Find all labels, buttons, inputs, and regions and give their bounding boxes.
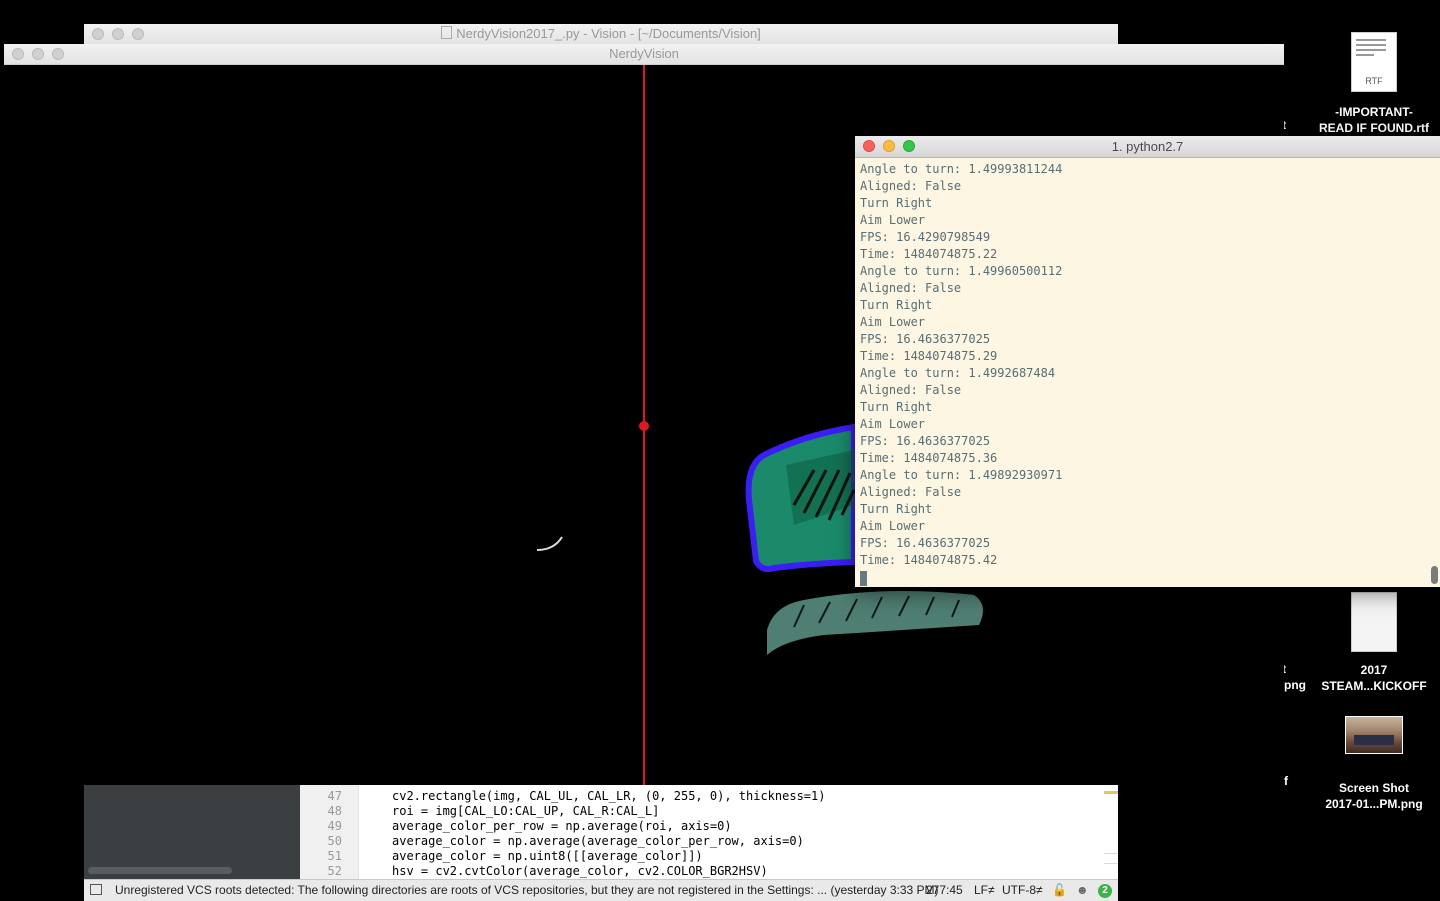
terminal-line: Angle to turn: 1.4992687484 [860, 366, 1056, 380]
warning-marker[interactable] [1104, 863, 1118, 864]
line-number: 49 [327, 819, 342, 833]
code-text: average_color = np.uint8([[average_color… [392, 849, 703, 863]
desktop-icon-screenshot[interactable]: Screen Shot 2017-01...PM.png [1308, 716, 1440, 812]
terminal-line: Angle to turn: 1.49993811244 [860, 162, 1063, 176]
terminal-title: 1. python2.7 [1111, 139, 1184, 154]
terminal-line: Turn Right [860, 196, 933, 210]
desktop-icon-label: READ IF FOUND.rtf [1319, 121, 1429, 135]
terminal-line: Aim Lower [860, 315, 926, 329]
code-line[interactable]: 51 average_color = np.uint8([[average_col… [300, 849, 1118, 864]
image-thumbnail-icon [1345, 716, 1403, 754]
code-line[interactable]: 48 roi = img[CAL_LO:CAL_UP, CAL_R:CAL_L] [300, 804, 1118, 819]
terminal-line: FPS: 16.4636377025 [860, 332, 991, 346]
line-number: 47 [327, 789, 342, 803]
code-line[interactable]: 50 average_color = np.average(average_col… [300, 834, 1118, 849]
terminal-line: Angle to turn: 1.49960500112 [860, 264, 1063, 278]
terminal-line: FPS: 16.4636377025 [860, 434, 991, 448]
desktop-icon-label: Screen Shot [1338, 781, 1410, 795]
file-encoding[interactable]: UTF-8≠ [1002, 880, 1043, 901]
desktop-icon-label: 2017 [1360, 663, 1388, 677]
terminal-line: Aligned: False [860, 383, 962, 397]
terminal-output[interactable]: Angle to turn: 1.49993811244 Aligned: Fa… [855, 158, 1425, 587]
close-icon[interactable] [92, 28, 104, 40]
terminal-line: Turn Right [860, 400, 933, 414]
code-text: average_color = np.average(average_color… [392, 834, 804, 848]
file-icon [441, 26, 453, 39]
line-number: 50 [327, 834, 342, 848]
sidebar-scrollbar[interactable] [88, 867, 232, 874]
terminal-titlebar[interactable]: 1. python2.7 [855, 136, 1440, 158]
scrollbar-thumb[interactable] [1431, 566, 1438, 584]
event-log-badge[interactable]: 2 [1098, 884, 1112, 898]
desktop-icon-important-rtf[interactable]: RTF -IMPORTANT- READ IF FOUND.rtf [1308, 32, 1440, 136]
vision-titlebar[interactable]: NerdyVision [4, 44, 1284, 65]
code-editor[interactable]: 47 cv2.rectangle(img, CAL_UL, CAL_LR, (0,… [84, 785, 1118, 879]
code-line[interactable]: 52 hsv = cv2.cvtColor(average_color, cv2.… [300, 864, 1118, 879]
minimize-icon[interactable] [112, 28, 124, 40]
inspector-icon[interactable]: ☻ [1076, 880, 1089, 901]
window-controls [92, 28, 144, 40]
window-controls [863, 140, 915, 152]
project-sidebar[interactable] [84, 785, 300, 879]
desktop-icon-label: -IMPORTANT- [1335, 105, 1413, 119]
vcs-notification-message[interactable]: Unregistered VCS roots detected: The fol… [115, 880, 939, 901]
desktop-icon-label: 2017-01...PM.png [1325, 797, 1423, 811]
cursor-position[interactable]: 277:45 [926, 880, 963, 901]
terminal-line: Time: 1484074875.36 [860, 451, 998, 465]
warning-marker[interactable] [1104, 791, 1118, 794]
code-text: roi = img[CAL_LO:CAL_UP, CAL_R:CAL_L] [392, 804, 660, 818]
terminal-line: Time: 1484074875.22 [860, 247, 998, 261]
line-separator[interactable]: LF≠ [974, 880, 995, 901]
code-text: cv2.rectangle(img, CAL_UL, CAL_LR, (0, 2… [392, 789, 826, 803]
minimize-icon[interactable] [32, 48, 44, 60]
terminal-line: Aligned: False [860, 179, 962, 193]
desktop-icon-steam-kickoff[interactable]: 2017 STEAM...KICKOFF [1308, 592, 1440, 694]
terminal-line: Turn Right [860, 298, 933, 312]
terminal-line: Aim Lower [860, 213, 926, 227]
ide-window-title: NerdyVision2017_.py - Vision - [~/Docume… [456, 26, 761, 41]
terminal-line: Time: 1484074875.42 [860, 553, 998, 567]
lock-icon[interactable]: 🔓 [1052, 880, 1067, 901]
line-number: 52 [327, 864, 342, 878]
terminal-line: FPS: 16.4290798549 [860, 230, 991, 244]
tool-windows-icon[interactable] [90, 884, 102, 895]
reflection-shape [767, 591, 983, 655]
desktop-icon-label: STEAM...KICKOFF [1321, 679, 1427, 693]
terminal-line: FPS: 16.4636377025 [860, 536, 991, 550]
partial-desktop-label: png [1284, 678, 1306, 692]
ide-status-bar: Unregistered VCS roots detected: The fol… [84, 879, 1118, 901]
terminal-line: Angle to turn: 1.49892930971 [860, 468, 1063, 482]
minimize-icon[interactable] [883, 140, 895, 152]
zoom-icon[interactable] [52, 48, 64, 60]
ide-titlebar[interactable]: NerdyVision2017_.py - Vision - [~/Docume… [84, 24, 1118, 45]
window-controls [12, 48, 64, 60]
warning-marker[interactable] [1104, 853, 1118, 854]
terminal-line: Aim Lower [860, 519, 926, 533]
terminal-line: Aligned: False [860, 281, 962, 295]
document-icon [1351, 592, 1397, 652]
terminal-line: Aligned: False [860, 485, 962, 499]
code-text: average_color_per_row = np.average(roi, … [392, 819, 732, 833]
close-icon[interactable] [863, 140, 875, 152]
terminal-line: Aim Lower [860, 417, 926, 431]
terminal-window: 1. python2.7 Angle to turn: 1.4999381124… [855, 136, 1440, 587]
line-number: 51 [327, 849, 342, 863]
close-icon[interactable] [12, 48, 24, 60]
code-line[interactable]: 47 cv2.rectangle(img, CAL_UL, CAL_LR, (0,… [300, 789, 1118, 804]
terminal-scrollbar[interactable] [1430, 162, 1438, 586]
terminal-cursor [860, 571, 867, 586]
code-lines[interactable]: 47 cv2.rectangle(img, CAL_UL, CAL_LR, (0,… [300, 789, 1118, 879]
terminal-line: Turn Right [860, 502, 933, 516]
code-line[interactable]: 49 average_color_per_row = np.average(roi… [300, 819, 1118, 834]
code-text: hsv = cv2.cvtColor(average_color, cv2.CO… [392, 864, 768, 878]
line-number: 48 [327, 804, 342, 818]
vision-window-title: NerdyVision [609, 46, 679, 61]
zoom-icon[interactable] [903, 140, 915, 152]
rtf-document-icon: RTF [1351, 32, 1397, 92]
zoom-icon[interactable] [132, 28, 144, 40]
terminal-line: Time: 1484074875.29 [860, 349, 998, 363]
